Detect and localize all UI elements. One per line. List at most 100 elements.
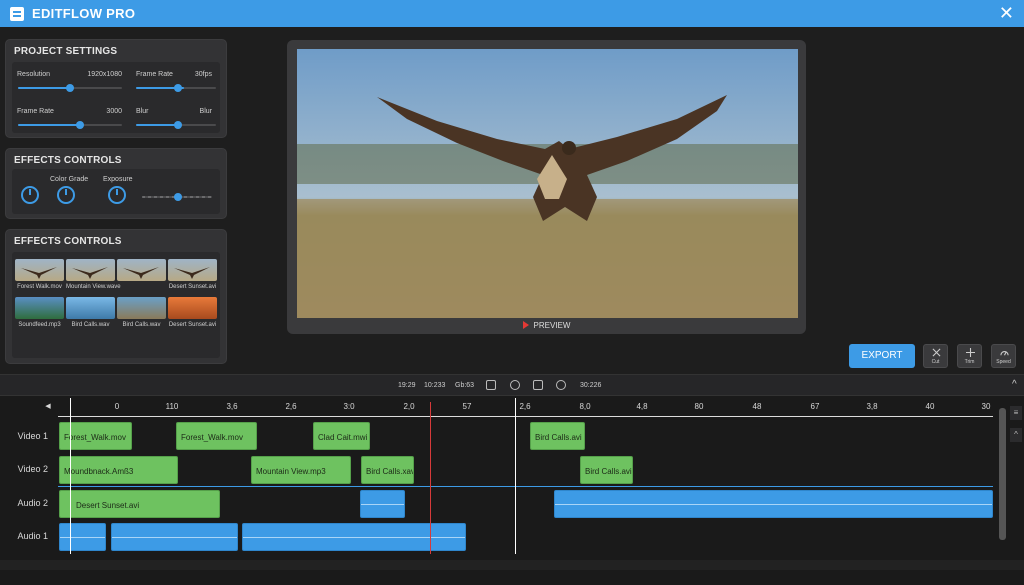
ruler-tick: 8,0 [579,402,591,411]
ruler-tick: 2,6 [519,402,531,411]
preview-panel: PREVIEW [287,40,806,334]
exposure-label: Exposure [103,176,133,183]
ruler-tick: 80 [694,402,704,411]
media-thumbnail [117,259,166,281]
ruler-tick: 30 [981,402,991,411]
audio-clip[interactable] [242,523,466,551]
media-browser-panel: EFFECTS CONTROLS Forest Walk.mov Mountai… [5,229,227,364]
ruler-tick: 3,8 [866,402,878,411]
video-clip[interactable]: Mountain View.mp3 [251,456,351,484]
preview-label: PREVIEW [287,321,806,330]
timeline-hscroll[interactable] [0,560,1024,570]
media-caption: Soundfeed.mp3 [18,322,61,328]
app-logo-icon [10,6,24,21]
audio-video-clip[interactable]: Desert Sunset.avi [59,490,220,518]
ruler-tick: 0 [114,402,120,411]
audio-clip[interactable] [554,490,993,518]
trim-tool-button[interactable]: Trim [957,344,982,368]
color-grade-knob[interactable] [57,186,75,204]
media-caption: Bird Calls.wav [71,322,110,328]
zoom-in-icon[interactable]: ≡ [1010,406,1022,420]
media-thumbnail [15,259,64,281]
marker-icon[interactable] [533,380,543,390]
media-item[interactable]: Soundfeed.mp3 [15,297,64,328]
media-thumbnail [168,259,217,281]
playhead[interactable] [430,402,431,554]
export-button[interactable]: EXPORT [849,344,915,368]
resolution-slider[interactable] [18,84,122,92]
collapse-chevron-icon[interactable]: ^ [1012,379,1017,390]
track-label-video-2: Video 2 [17,464,48,474]
audio-clip[interactable] [360,490,405,518]
play-icon[interactable] [522,321,529,329]
time-ruler[interactable]: ◀ 0 110 3,6 2,6 3:0 2,0 57 2,6 8,0 4,8 8… [0,396,1024,418]
ruler-tick: 67 [810,402,820,411]
app-title: EDITFLOW PRO [32,6,136,21]
ruler-back-icon[interactable]: ◀ [45,402,50,410]
timecode-b: 10:233 [424,382,446,389]
timecode-c: Gb:63 [455,382,475,389]
media-item[interactable]: Mountain View.wave [66,259,121,290]
video-clip[interactable]: Bird Calls.avi [580,456,633,484]
track-label-audio-1: Audio 1 [17,531,48,541]
frame-rate-slider-2[interactable] [18,121,122,129]
effects-controls-panel: EFFECTS CONTROLS Color Grade Exposure [5,148,227,219]
media-caption: Bird Calls.wav [122,322,161,328]
video-clip[interactable]: Bird Calls.xav [361,456,414,484]
frame-rate-value-2: 3000 [106,108,122,115]
speed-label: Speed [996,359,1011,365]
knob-1[interactable] [21,186,39,204]
snap-icon[interactable] [486,380,496,390]
media-item[interactable]: Forest Walk.mov [15,259,64,290]
media-item[interactable]: Bird Calls.wav [117,297,166,328]
ruler-tick: 2,0 [403,402,415,411]
effects-box: Color Grade Exposure [12,169,220,214]
blur-label: Blur [136,108,149,115]
media-caption: Mountain View.wave [66,284,121,290]
title-bar: EDITFLOW PRO ✕ [0,0,1024,27]
effect-slider[interactable] [142,193,212,201]
audio-clip[interactable] [111,523,238,551]
trim-label: Trim [964,359,975,365]
media-thumbnail [66,259,115,281]
speed-tool-button[interactable]: Speed [991,344,1016,368]
video-clip[interactable]: Moundbnack.Amß3 [59,456,178,484]
media-caption: Forest Walk.mov [17,284,62,290]
panel-title: EFFECTS CONTROLS [14,155,122,166]
timecode-d: 30:226 [580,382,602,389]
media-item[interactable]: Desert Sunset.avi [168,259,217,290]
frame-rate-label: Frame Rate [136,71,173,78]
record-icon[interactable] [556,380,566,390]
trim-icon [966,348,975,357]
exposure-knob[interactable] [108,186,126,204]
preview-video[interactable] [297,49,798,318]
playhead-start[interactable] [70,398,71,554]
zoom-out-icon[interactable]: ^ [1010,428,1022,442]
ruler-tick: 57 [462,402,472,411]
media-item[interactable]: Desert Sunset.avi [168,297,217,328]
video-clip[interactable]: Forest_Walk.mov [176,422,257,450]
ruler-tick: 110 [165,402,179,411]
ruler-baseline [58,416,993,417]
ruler-tick: 3,6 [226,402,238,411]
cut-label: Cut [931,359,940,365]
audio-clip[interactable] [59,523,106,551]
track-label-audio-2: Audio 2 [17,498,48,508]
cut-tool-button[interactable]: Cut [923,344,948,368]
media-caption: Desert Sunset.avi [168,322,217,328]
media-caption: Desert Sunset.avi [168,284,217,290]
video-clip[interactable]: Bird Calls.avi [530,422,585,450]
link-icon[interactable] [510,380,520,390]
ruler-tick: 48 [752,402,762,411]
panel-title: EFFECTS CONTROLS [14,236,122,247]
close-icon[interactable]: ✕ [999,4,1014,22]
playhead-marker[interactable] [515,398,516,554]
settings-box: Resolution 1920x1080 Frame Rate 30fps Fr… [12,62,220,133]
blur-slider[interactable] [136,121,216,129]
track-label-video-1: Video 1 [17,431,48,441]
frame-rate-slider[interactable] [136,84,216,92]
timeline-vscroll[interactable] [999,408,1006,540]
media-item[interactable] [117,259,166,284]
video-clip[interactable]: Clad Cait.mwi [313,422,370,450]
media-item[interactable]: Bird Calls.wav [66,297,115,328]
